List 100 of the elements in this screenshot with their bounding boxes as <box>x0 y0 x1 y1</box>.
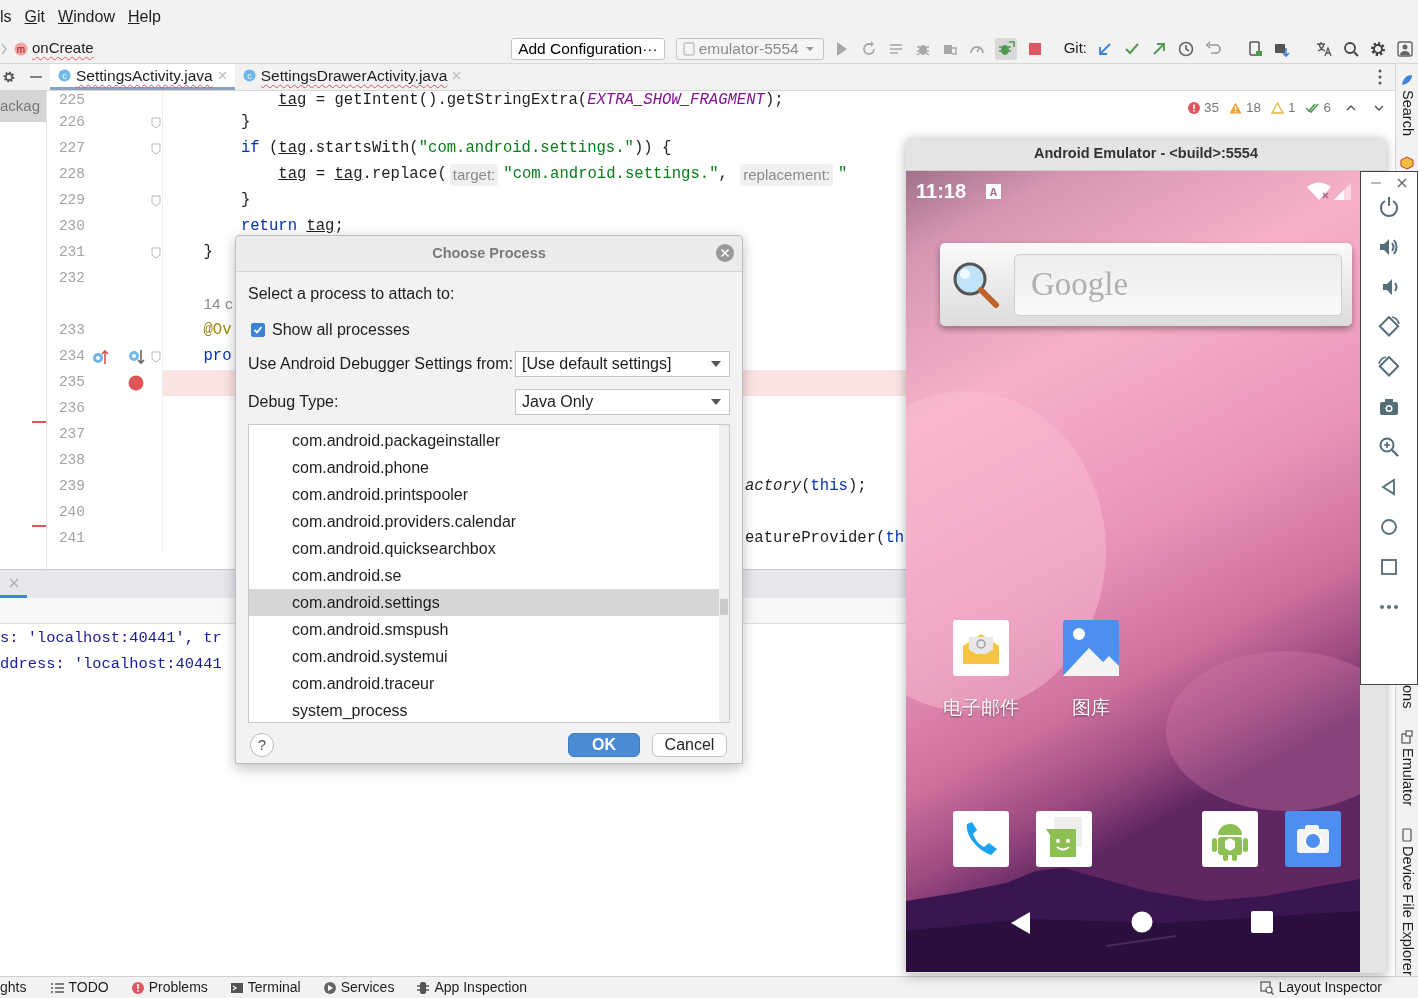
class-icon: c <box>58 69 71 82</box>
tool-window-tab[interactable]: Services <box>340 977 395 998</box>
chevron-icon <box>0 42 8 55</box>
attach-debugger-icon[interactable] <box>994 37 1017 60</box>
settings-icon[interactable] <box>1369 39 1387 58</box>
tool-window-tab[interactable]: Problems <box>148 977 208 998</box>
editor-tab[interactable]: c SettingsDrawerActivity.java <box>234 64 470 90</box>
line-number: 240 <box>57 503 85 523</box>
process-item[interactable]: system_process <box>249 697 719 722</box>
close-icon[interactable] <box>716 244 734 262</box>
settings-icon[interactable] <box>2 70 16 84</box>
zoom-in-icon[interactable] <box>1378 436 1400 458</box>
avatar-icon[interactable] <box>1396 39 1414 58</box>
breadcrumb-item[interactable]: onCreate <box>32 37 94 60</box>
process-item[interactable]: com.android.phone <box>249 454 719 481</box>
tool-window-tab[interactable]: App Inspection <box>434 977 528 998</box>
tool-window-tab[interactable]: Emulator <box>1396 748 1418 807</box>
line-number: 225 <box>57 91 85 110</box>
tool-window-tab[interactable]: Terminal <box>247 977 301 998</box>
rotate-left-icon[interactable] <box>1378 316 1400 338</box>
scrollbar-thumb[interactable] <box>720 599 728 615</box>
code-text: tag = tag.replace( <box>277 164 447 186</box>
tool-window-tab[interactable]: ons <box>1396 684 1418 709</box>
android-icon[interactable] <box>1201 810 1258 867</box>
process-item[interactable]: com.android.quicksearchbox <box>249 535 719 562</box>
power-icon[interactable] <box>1378 196 1400 218</box>
code-text: " <box>837 164 848 186</box>
error-icon[interactable] <box>1187 102 1200 115</box>
cancel-button[interactable]: Cancel <box>652 733 727 757</box>
help-button[interactable]: ? <box>250 733 274 757</box>
process-item[interactable]: com.android.systemui <box>249 643 719 670</box>
add-configuration-button[interactable]: Add Configuration··· <box>511 37 665 60</box>
ok-button[interactable]: OK <box>568 733 640 757</box>
phone-icon[interactable] <box>1402 828 1412 843</box>
bug-icon[interactable] <box>416 980 431 995</box>
search-icon[interactable] <box>1342 39 1360 58</box>
field-label: Debug Type: <box>248 392 339 412</box>
process-item[interactable]: com.android.se <box>249 562 719 589</box>
process-item[interactable]: com.android.settings <box>249 589 719 616</box>
back-icon[interactable] <box>1010 910 1032 935</box>
error-count[interactable]: 35 <box>1203 98 1219 119</box>
line-number: 241 <box>57 529 85 549</box>
error-icon[interactable] <box>130 980 145 995</box>
camera-icon[interactable] <box>1378 396 1400 418</box>
close-icon[interactable] <box>1397 178 1407 188</box>
clock-icon[interactable] <box>1177 39 1195 58</box>
parameter-hint: target: <box>449 163 499 187</box>
tool-window-tab[interactable]: TODO <box>68 977 109 998</box>
weak-warning-icon[interactable] <box>1270 102 1284 115</box>
tool-window-tab[interactable]: Search <box>1396 90 1418 136</box>
editor-tab[interactable]: c SettingsActivity.java <box>50 64 235 90</box>
overview-icon[interactable] <box>1378 556 1400 578</box>
terminal-icon[interactable] <box>229 980 244 995</box>
menu-item[interactable]: Help <box>127 5 161 29</box>
menu-item[interactable]: ls <box>0 5 12 29</box>
weak-warning-count[interactable]: 1 <box>1287 98 1296 119</box>
layout-inspector-icon[interactable] <box>1260 980 1275 995</box>
override-up-icon[interactable] <box>91 348 109 366</box>
process-item[interactable]: com.android.packageinstaller <box>249 427 719 454</box>
camera-icon[interactable] <box>1284 810 1341 867</box>
field-label: Use Android Debugger Settings from: <box>248 354 514 374</box>
rotate-right-icon[interactable] <box>1378 356 1400 378</box>
debug-type-dropdown[interactable]: Java Only <box>515 389 730 415</box>
code-line: eatureProvider(th <box>745 528 905 550</box>
inlay-hint: 14 c <box>202 294 233 315</box>
translate-icon[interactable] <box>1315 39 1333 58</box>
settings-dropdown[interactable]: [Use default settings] <box>515 351 730 377</box>
recents-icon[interactable] <box>1251 910 1273 933</box>
process-item[interactable]: com.android.traceur <box>249 670 719 697</box>
gallery-icon[interactable] <box>1063 620 1119 676</box>
line-number: 235 <box>57 373 85 393</box>
line-number: 233 <box>57 321 85 341</box>
process-item[interactable]: com.android.smspush <box>249 616 719 643</box>
warning-icon[interactable] <box>1228 102 1242 115</box>
line-number: 227 <box>57 139 85 159</box>
caret-icon <box>711 361 721 367</box>
override-down-icon[interactable] <box>127 348 145 366</box>
home-icon[interactable] <box>1131 910 1153 933</box>
breakpoint-icon[interactable] <box>128 375 144 391</box>
menu-item[interactable]: Git <box>24 5 45 29</box>
phone-icon[interactable] <box>952 810 1009 867</box>
line-number: 228 <box>57 165 85 185</box>
list-icon[interactable] <box>50 980 65 995</box>
warning-count[interactable]: 18 <box>1245 98 1261 119</box>
tool-window-tab[interactable]: Device File Explorer <box>1396 846 1418 977</box>
double-check-icon[interactable] <box>1305 102 1320 115</box>
emulator-icon[interactable] <box>1401 730 1413 745</box>
menu-item[interactable]: Window <box>58 5 115 29</box>
cube-icon[interactable] <box>1400 155 1414 170</box>
checkbox-label: Show all processes <box>272 320 410 340</box>
device-icon[interactable] <box>1246 39 1264 58</box>
process-item[interactable]: com.android.printspooler <box>249 481 719 508</box>
tool-window-tab[interactable]: Layout Inspector <box>1278 977 1382 998</box>
messaging-icon[interactable] <box>1035 810 1092 867</box>
play-icon[interactable] <box>322 980 337 995</box>
leaf-icon[interactable] <box>1401 74 1413 86</box>
process-item[interactable]: com.android.providers.calendar <box>249 508 719 535</box>
passed-count[interactable]: 6 <box>1323 98 1331 119</box>
tool-window-tab[interactable]: ghts <box>0 977 27 998</box>
checkbox[interactable] <box>251 323 265 337</box>
